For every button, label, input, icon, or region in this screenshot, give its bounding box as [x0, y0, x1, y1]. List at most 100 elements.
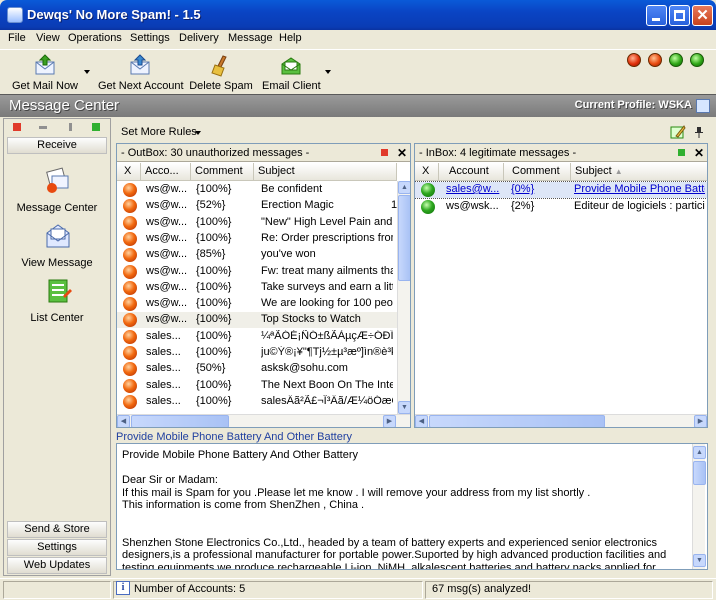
- outbox-row[interactable]: ws@w... {100%} We are looking for 100 peop…: [117, 296, 397, 312]
- inbox-subject-cell: Provide Mobile Phone Batter: [574, 183, 705, 195]
- red-square-icon[interactable]: [13, 123, 21, 131]
- message-preview[interactable]: Provide Mobile Phone Battery And Other B…: [116, 443, 708, 570]
- spam-status-icon[interactable]: [123, 264, 137, 279]
- menu-settings[interactable]: Settings: [130, 32, 170, 44]
- get-mail-dropdown-arrow[interactable]: [84, 70, 90, 74]
- status-light-red-2[interactable]: [648, 53, 662, 67]
- outbox-row[interactable]: ws@w... {100%} Top Stocks to Watch: [117, 312, 397, 329]
- legit-status-icon[interactable]: [421, 200, 435, 214]
- sidebar-item-list-center[interactable]: List Center: [4, 276, 110, 326]
- outbox-row[interactable]: sales... {100%} ¼ªÃÓÉ¡ÑÓ±ßÃÀµçÆ÷ÓÐÏ: [117, 329, 397, 345]
- sidebar-send-store-button[interactable]: Send & Store: [7, 521, 107, 538]
- split-icon[interactable]: [69, 123, 72, 131]
- outbox-row[interactable]: sales... {100%} salesÄã²Ã£¬Î³Äã/Æ¼öÓæÕ: [117, 394, 397, 410]
- preview-scroll-thumb[interactable]: [693, 461, 706, 485]
- rules-edit-icon[interactable]: [670, 124, 686, 140]
- menu-message[interactable]: Message: [228, 32, 273, 44]
- sidebar-settings-button[interactable]: Settings: [7, 539, 107, 556]
- sidebar-receive-button[interactable]: Receive: [7, 137, 107, 154]
- spam-status-icon[interactable]: [123, 313, 137, 328]
- outbox-red-icon[interactable]: [381, 149, 388, 156]
- inbox-row[interactable]: sales@w... {0%} Provide Mobile Phone Batte…: [415, 181, 707, 199]
- outbox-hscroll-thumb[interactable]: [131, 415, 229, 427]
- outbox-row[interactable]: sales... {50%} asksk@sohu.com: [117, 361, 397, 377]
- collapse-icon[interactable]: [39, 126, 47, 129]
- spam-status-icon[interactable]: [123, 329, 137, 344]
- outbox-row[interactable]: ws@w... {100%} Take surveys and earn a lit…: [117, 280, 397, 296]
- menu-help[interactable]: Help: [279, 32, 302, 44]
- status-light-red-1[interactable]: [627, 53, 641, 67]
- scroll-up-icon[interactable]: ▲: [398, 181, 410, 194]
- spam-status-icon[interactable]: [123, 248, 137, 263]
- analyzed-count: 67 msg(s) analyzed!: [432, 583, 532, 595]
- sidebar-item-message-center[interactable]: Message Center: [4, 166, 110, 216]
- email-client-dropdown-arrow[interactable]: [325, 70, 331, 74]
- status-light-green-2[interactable]: [690, 53, 704, 67]
- get-next-account-button[interactable]: Get Next Account: [98, 50, 184, 94]
- spam-status-icon[interactable]: [123, 280, 137, 295]
- inbox-green-icon[interactable]: [678, 149, 685, 156]
- close-button[interactable]: ✕: [692, 5, 713, 26]
- spam-status-icon[interactable]: [123, 215, 137, 230]
- spam-status-icon[interactable]: [123, 199, 137, 214]
- scroll-right-icon[interactable]: ▶: [383, 415, 396, 427]
- outbox-row[interactable]: sales... {100%} ju©Ý®¡¥"¶Tj½±µ³æº]ìn®è³k!!: [117, 345, 397, 361]
- status-light-green-1[interactable]: [669, 53, 683, 67]
- spam-status-icon[interactable]: [123, 183, 137, 197]
- spam-status-icon[interactable]: [123, 378, 137, 393]
- set-more-rules-button[interactable]: Set More Rules: [121, 126, 197, 138]
- outbox-col-comment[interactable]: Comment: [191, 163, 254, 181]
- scroll-left-icon[interactable]: ◀: [415, 415, 428, 427]
- spam-status-icon[interactable]: [123, 297, 137, 312]
- outbox-col-subject[interactable]: Subject: [254, 163, 397, 181]
- inbox-col-comment[interactable]: Comment: [504, 163, 571, 181]
- spam-status-icon[interactable]: [123, 346, 137, 360]
- minimize-button[interactable]: [646, 5, 667, 26]
- scroll-left-icon[interactable]: ◀: [117, 415, 130, 427]
- delete-spam-button[interactable]: Delete Spam: [189, 50, 253, 94]
- outbox-account-cell: ws@w...: [146, 248, 188, 261]
- menu-delivery[interactable]: Delivery: [179, 32, 219, 44]
- maximize-button[interactable]: [669, 5, 690, 26]
- outbox-col-account[interactable]: Acco...: [141, 163, 191, 181]
- outbox-scroll-thumb[interactable]: [398, 195, 410, 281]
- inbox-close-icon[interactable]: ✕: [694, 146, 704, 160]
- spam-status-icon[interactable]: [123, 362, 137, 377]
- menu-file[interactable]: File: [8, 32, 26, 44]
- sidebar-item-view-message[interactable]: View Message: [4, 221, 110, 271]
- outbox-row[interactable]: ws@w... {100%} Re: Order prescriptions fro…: [117, 231, 397, 247]
- scroll-right-icon[interactable]: ▶: [694, 415, 707, 427]
- outbox-horizontal-scrollbar[interactable]: ◀ ▶: [117, 414, 410, 427]
- legit-status-icon[interactable]: [421, 183, 435, 197]
- menu-view[interactable]: View: [36, 32, 60, 44]
- inbox-col-subject[interactable]: Subject ▲: [571, 163, 707, 181]
- preview-vertical-scrollbar[interactable]: ▲ ▼: [692, 444, 706, 569]
- inbox-row[interactable]: ws@wsk... {2%} Editeur de logiciels : part…: [415, 199, 707, 215]
- inbox-col-account[interactable]: Account: [439, 163, 504, 181]
- scroll-up-icon[interactable]: ▲: [693, 446, 706, 459]
- inbox-col-delete[interactable]: X: [415, 163, 439, 181]
- pin-icon[interactable]: [692, 125, 706, 139]
- menu-operations[interactable]: Operations: [68, 32, 122, 44]
- get-mail-now-button[interactable]: Get Mail Now: [8, 50, 82, 94]
- profile-icon[interactable]: [696, 99, 710, 113]
- scroll-down-icon[interactable]: ▼: [693, 554, 706, 567]
- spam-status-icon[interactable]: [123, 394, 137, 409]
- outbox-row[interactable]: ws@w... {85%} you've won: [117, 247, 397, 263]
- outbox-vertical-scrollbar[interactable]: ▲ ▼: [397, 181, 410, 414]
- inbox-horizontal-scrollbar[interactable]: ◀ ▶: [415, 414, 707, 427]
- outbox-row[interactable]: ws@w... {100%} Be confident: [117, 182, 397, 198]
- outbox-close-icon[interactable]: ✕: [397, 146, 407, 160]
- inbox-hscroll-thumb[interactable]: [429, 415, 605, 427]
- green-square-icon[interactable]: [92, 123, 100, 131]
- outbox-row[interactable]: ws@w... {100%} "New" High Level Pain and D: [117, 215, 397, 231]
- outbox-row[interactable]: ws@w... {100%} Fw: treat many ailments tha…: [117, 264, 397, 280]
- spam-status-icon[interactable]: [123, 231, 137, 246]
- email-client-button[interactable]: Email Client: [262, 50, 321, 94]
- sidebar-web-updates-button[interactable]: Web Updates: [7, 557, 107, 574]
- outbox-row[interactable]: ws@w... {52%} Erection Magic 1: [117, 198, 397, 214]
- set-more-rules-dropdown-arrow[interactable]: [195, 131, 201, 135]
- outbox-row[interactable]: sales... {100%} The Next Boon On The Inter…: [117, 378, 397, 394]
- scroll-down-icon[interactable]: ▼: [398, 401, 410, 414]
- outbox-col-delete[interactable]: X: [117, 163, 141, 181]
